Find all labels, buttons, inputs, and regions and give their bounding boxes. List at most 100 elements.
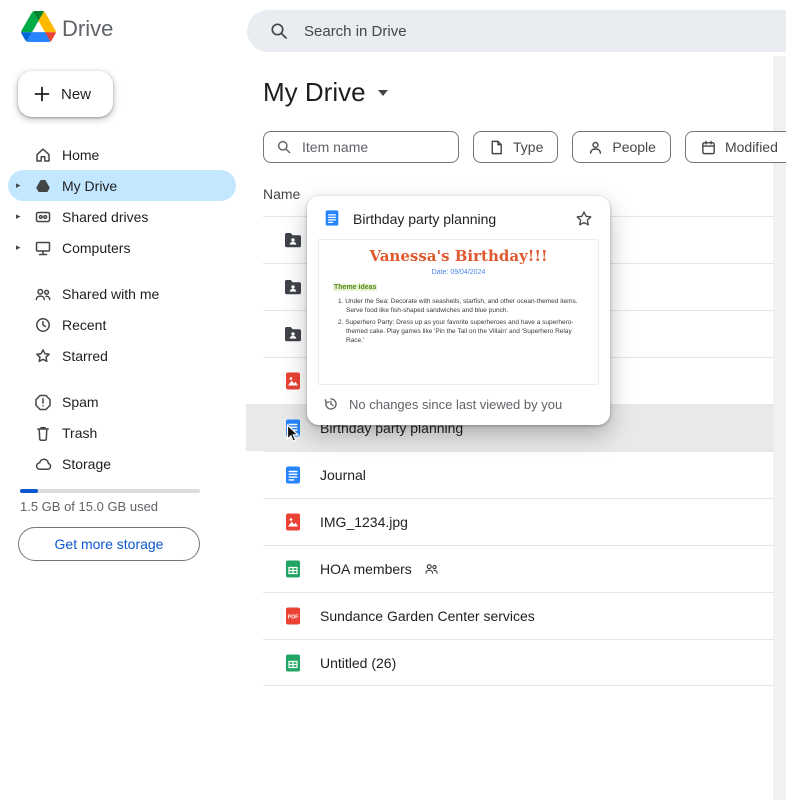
new-button-label: New [61, 86, 91, 103]
chevron-right-icon[interactable]: ▸ [16, 242, 34, 253]
table-row[interactable]: HOA members [246, 545, 774, 592]
file-name: Sundance Garden Center services [320, 608, 535, 624]
sidebar-item-label: Shared drives [62, 209, 148, 225]
my-drive-icon [34, 177, 52, 195]
person-icon [587, 139, 604, 156]
storage-progress-fill [20, 489, 38, 493]
sidebar-item-recent[interactable]: Recent [8, 309, 236, 340]
doc-list-item: 1. Under the Sea: Decorate with seashell… [346, 297, 581, 315]
sidebar-item-starred[interactable]: Starred [8, 340, 236, 371]
table-row[interactable]: Journal [246, 451, 774, 498]
get-more-storage-button[interactable]: Get more storage [18, 527, 200, 561]
drive-window: Drive Search in Drive New Home ▸ My Driv… [0, 0, 786, 800]
chip-label: Modified [725, 139, 778, 155]
sidebar-item-shared-drives[interactable]: ▸ Shared drives [8, 201, 236, 232]
chevron-right-icon[interactable]: ▸ [16, 180, 34, 191]
search-input[interactable]: Search in Drive [247, 10, 786, 52]
chip-label: Type [513, 139, 543, 155]
image-file-icon [283, 371, 303, 391]
file-name: Untitled (26) [320, 655, 396, 671]
preview-card-header: Birthday party planning [307, 196, 610, 239]
scrollbar-gutter[interactable] [773, 56, 786, 800]
sidebar-item-home[interactable]: Home [8, 139, 236, 170]
new-button[interactable]: New [18, 71, 113, 117]
star-outline-icon[interactable] [574, 209, 594, 229]
table-row[interactable]: IMG_1234.jpg [246, 498, 774, 545]
search-placeholder: Search in Drive [304, 23, 407, 40]
sidebar-item-label: Spam [62, 394, 99, 410]
sidebar-item-shared-with-me[interactable]: Shared with me [8, 278, 236, 309]
nav-group-gap [8, 371, 236, 386]
sidebar-item-label: Storage [62, 456, 111, 472]
doc-list-item: 2. Superhero Party: Dress up as your fav… [346, 318, 581, 345]
mouse-cursor [286, 424, 301, 448]
page-title-text: My Drive [263, 77, 366, 108]
item-name-placeholder: Item name [302, 139, 368, 155]
svg-text:PDF: PDF [288, 614, 299, 620]
nav-group-gap [8, 263, 236, 278]
doc-theme-label: Theme ideas [333, 284, 377, 291]
preview-card-footer: No changes since last viewed by you [307, 385, 610, 425]
shared-drives-icon [34, 208, 52, 226]
storage-cloud-icon [34, 455, 52, 473]
file-name: IMG_1234.jpg [320, 514, 408, 530]
shared-folder-icon [283, 277, 303, 297]
sidebar-item-label: My Drive [62, 178, 117, 194]
sidebar-item-computers[interactable]: ▸ Computers [8, 232, 236, 263]
item-name-filter-input[interactable]: Item name [263, 131, 459, 163]
shared-with-me-icon [34, 285, 52, 303]
doc-heading: Vanessa's Birthday!!! [328, 247, 589, 265]
storage-progress-bar [20, 489, 200, 493]
calendar-icon [700, 139, 717, 156]
shared-folder-icon [283, 324, 303, 344]
sidebar-item-label: Home [62, 147, 99, 163]
shared-people-icon [424, 561, 439, 576]
storage-usage-text: 1.5 GB of 15.0 GB used [20, 499, 158, 514]
sidebar-item-label: Starred [62, 348, 108, 364]
sidebar-item-storage[interactable]: Storage [8, 448, 236, 479]
spam-icon [34, 393, 52, 411]
people-filter-chip[interactable]: People [572, 131, 671, 163]
search-icon [269, 21, 289, 41]
file-preview-card: Birthday party planning Vanessa's Birthd… [307, 196, 610, 425]
file-name: HOA members [320, 561, 412, 577]
shared-folder-icon [283, 230, 303, 250]
docs-file-icon [283, 465, 303, 485]
computers-icon [34, 239, 52, 257]
page-title[interactable]: My Drive [263, 77, 389, 108]
sidebar-item-label: Computers [62, 240, 130, 256]
filter-bar: Item name Type People Modified [263, 131, 786, 163]
sidebar-item-label: Trash [62, 425, 97, 441]
table-row[interactable]: Untitled (26) [246, 639, 774, 686]
column-header-name[interactable]: Name [263, 186, 300, 202]
file-name: Journal [320, 467, 366, 483]
preview-card-title: Birthday party planning [353, 211, 564, 227]
modified-filter-chip[interactable]: Modified [685, 131, 786, 163]
home-icon [34, 146, 52, 164]
sheets-file-icon [283, 559, 303, 579]
sidebar-nav: Home ▸ My Drive ▸ Shared drives ▸ Comput… [8, 139, 236, 479]
type-filter-chip[interactable]: Type [473, 131, 558, 163]
plus-icon [33, 85, 51, 103]
pdf-file-icon: PDF [283, 606, 303, 626]
caret-down-icon[interactable] [377, 89, 389, 97]
docs-file-icon [323, 209, 343, 229]
sheets-file-icon [283, 653, 303, 673]
history-icon [323, 396, 339, 412]
sidebar-item-my-drive[interactable]: ▸ My Drive [8, 170, 236, 201]
drive-logo-icon [21, 11, 56, 47]
document-thumbnail[interactable]: Vanessa's Birthday!!! Date: 09/04/2024 T… [318, 239, 599, 385]
trash-icon [34, 424, 52, 442]
chevron-right-icon[interactable]: ▸ [16, 211, 34, 222]
app-title: Drive [62, 16, 113, 42]
chip-label: People [612, 139, 656, 155]
doc-date: Date: 09/04/2024 [328, 269, 589, 276]
recent-icon [34, 316, 52, 334]
file-icon [488, 139, 505, 156]
sidebar-item-trash[interactable]: Trash [8, 417, 236, 448]
table-row[interactable]: PDF Sundance Garden Center services [246, 592, 774, 639]
image-file-icon [283, 512, 303, 532]
sidebar-item-spam[interactable]: Spam [8, 386, 236, 417]
search-icon [276, 139, 292, 155]
no-changes-status: No changes since last viewed by you [349, 397, 562, 412]
